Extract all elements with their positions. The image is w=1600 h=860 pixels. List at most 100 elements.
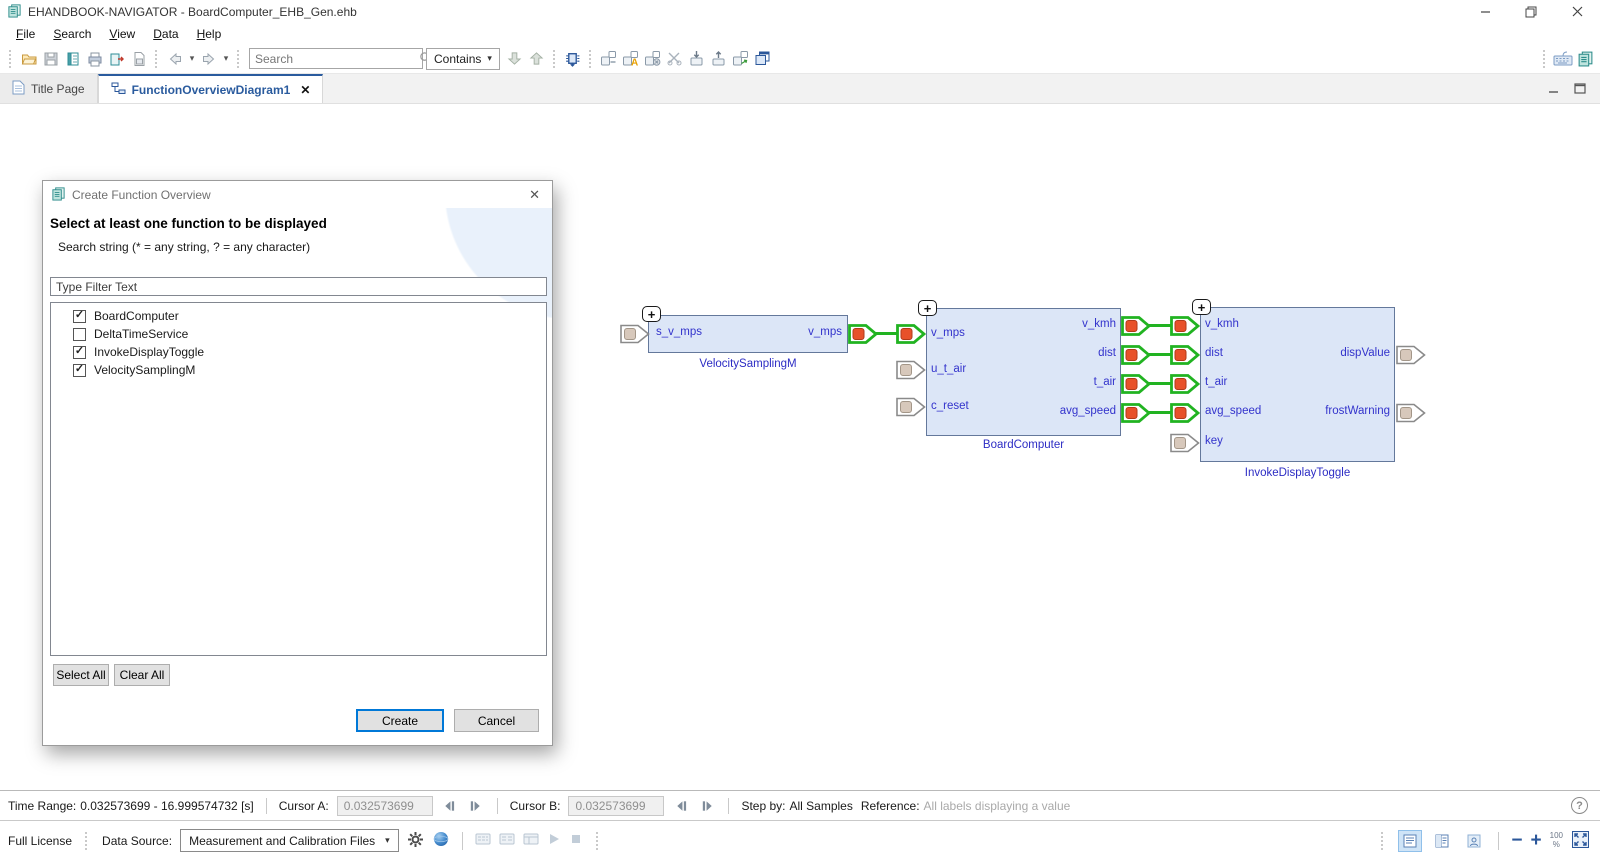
port-connector-connected[interactable] [1121, 345, 1152, 365]
block-name[interactable]: BoardComputer [926, 439, 1121, 451]
close-button[interactable] [1554, 0, 1600, 23]
expand-block-icon[interactable]: + [918, 300, 937, 316]
port-connector-unconnected[interactable] [1396, 403, 1426, 423]
cancel-button[interactable]: Cancel [454, 709, 539, 732]
block-invokedisplaytoggle[interactable] [1200, 307, 1395, 462]
port-connector-connected[interactable] [1170, 316, 1201, 336]
next-match-icon[interactable] [504, 48, 526, 70]
list-item[interactable]: DeltaTimeService [51, 325, 546, 343]
port-connector-connected[interactable] [848, 324, 879, 344]
previous-match-icon[interactable] [526, 48, 548, 70]
measure-file-icon[interactable] [499, 832, 515, 849]
expand-block-icon[interactable]: + [1192, 299, 1211, 315]
port-connector-unconnected[interactable] [620, 324, 650, 344]
search-input[interactable] [250, 49, 415, 68]
data-sphere-icon[interactable] [432, 830, 450, 851]
settings-gear-icon[interactable] [407, 831, 424, 851]
port-connector-unconnected[interactable] [1170, 433, 1200, 453]
move-up-hierarchy-icon[interactable] [708, 48, 730, 70]
block-name[interactable]: VelocitySamplingM [648, 358, 848, 370]
open-in-new-diagram-icon[interactable] [730, 48, 752, 70]
clear-all-button[interactable]: Clear All [114, 664, 170, 686]
port-label[interactable]: s_v_mps [656, 326, 702, 338]
view-maximize-icon[interactable] [1574, 83, 1586, 97]
forward-history-caret-icon[interactable]: ▾ [220, 53, 232, 64]
port-connector-unconnected[interactable] [1396, 345, 1426, 365]
help-icon[interactable]: ? [1571, 797, 1588, 814]
checkbox-unchecked[interactable] [73, 327, 86, 341]
keyboard-shortcuts-icon[interactable] [1552, 48, 1574, 70]
port-label[interactable]: dispValue [1284, 347, 1390, 359]
dialog-close-icon[interactable]: ✕ [525, 187, 544, 203]
open-file-icon[interactable] [18, 48, 40, 70]
list-item[interactable]: ✓ BoardComputer [51, 307, 546, 325]
menu-search[interactable]: Search [45, 25, 99, 43]
port-connector-connected[interactable] [1170, 345, 1201, 365]
presenter-view-icon[interactable] [1462, 830, 1486, 852]
page-view-icon[interactable] [1398, 829, 1423, 852]
port-label[interactable]: v_mps [931, 327, 965, 339]
port-label[interactable]: v_kmh [1205, 318, 1239, 330]
save-icon[interactable] [40, 48, 62, 70]
cut-connection-icon[interactable] [664, 48, 686, 70]
port-label[interactable]: c_reset [931, 400, 969, 412]
contains-dropdown[interactable]: Contains ▾ [426, 47, 500, 70]
expand-block-icon[interactable]: + [642, 306, 661, 322]
port-label[interactable]: v_mps [738, 326, 842, 338]
port-label[interactable]: key [1205, 435, 1223, 447]
measure-window-icon[interactable] [523, 832, 539, 849]
fit-to-screen-icon[interactable] [1571, 830, 1590, 852]
port-connector-connected[interactable] [1121, 403, 1152, 423]
remove-labels-icon[interactable] [642, 48, 664, 70]
tab-function-overview-diagram[interactable]: FunctionOverviewDiagram1 ✕ [97, 74, 324, 103]
list-item[interactable]: ✓ InvokeDisplayToggle [51, 343, 546, 361]
port-connector-unconnected[interactable] [896, 397, 926, 417]
port-label[interactable]: avg_speed [1205, 405, 1261, 417]
function-list[interactable]: ✓ BoardComputer DeltaTimeService ✓ Invok… [50, 302, 547, 656]
port-connector-connected[interactable] [1121, 374, 1152, 394]
menu-view[interactable]: View [101, 25, 143, 43]
port-label[interactable]: frostWarning [1284, 405, 1390, 417]
play-measurement-icon[interactable] [547, 832, 561, 849]
cursor-a-input[interactable] [336, 795, 433, 816]
port-label[interactable]: t_air [1205, 376, 1227, 388]
minimize-button[interactable] [1462, 0, 1508, 23]
port-connector-unconnected[interactable] [896, 360, 926, 380]
table-of-contents-icon[interactable] [62, 48, 84, 70]
checkbox-checked[interactable]: ✓ [73, 309, 86, 323]
ehandbook-icon[interactable] [1574, 48, 1596, 70]
back-history-caret-icon[interactable]: ▾ [186, 53, 198, 64]
port-label[interactable]: dist [1010, 347, 1116, 359]
port-connector-connected[interactable] [1121, 316, 1152, 336]
menu-data[interactable]: Data [145, 25, 186, 43]
stop-measurement-icon[interactable] [569, 832, 583, 849]
port-label[interactable]: v_kmh [1010, 318, 1116, 330]
block-name[interactable]: InvokeDisplayToggle [1200, 467, 1395, 479]
cursor-a-step-forward-icon[interactable] [467, 798, 485, 814]
cursor-b-step-forward-icon[interactable] [698, 798, 716, 814]
cursor-b-step-back-icon[interactable] [672, 798, 690, 814]
port-connector-connected[interactable] [1170, 374, 1201, 394]
collapse-function-icon[interactable] [598, 48, 620, 70]
menu-help[interactable]: Help [189, 25, 230, 43]
go-to-function-icon[interactable] [562, 48, 584, 70]
zoom-reset-control[interactable]: 100 % [1550, 831, 1563, 850]
print-icon[interactable] [84, 48, 106, 70]
view-minimize-icon[interactable] [1548, 83, 1560, 97]
cursor-b-input[interactable] [568, 795, 665, 816]
port-connector-connected[interactable] [1170, 403, 1201, 423]
restore-button[interactable] [1508, 0, 1554, 23]
tab-close-icon[interactable]: ✕ [300, 83, 310, 97]
port-label[interactable]: t_air [1010, 376, 1116, 388]
list-item[interactable]: ✓ VelocitySamplingM [51, 361, 546, 379]
measure-config-icon[interactable] [475, 832, 491, 849]
search-box[interactable] [249, 48, 432, 69]
data-source-dropdown[interactable]: Measurement and Calibration Files ▾ [180, 829, 399, 852]
zoom-in-icon[interactable]: + [1531, 831, 1542, 850]
cursor-a-step-back-icon[interactable] [441, 798, 459, 814]
filter-input[interactable] [50, 277, 547, 296]
create-button[interactable]: Create [356, 709, 444, 732]
port-label[interactable]: avg_speed [1010, 405, 1116, 417]
split-view-icon[interactable] [1430, 830, 1454, 852]
forward-icon[interactable] [198, 48, 220, 70]
